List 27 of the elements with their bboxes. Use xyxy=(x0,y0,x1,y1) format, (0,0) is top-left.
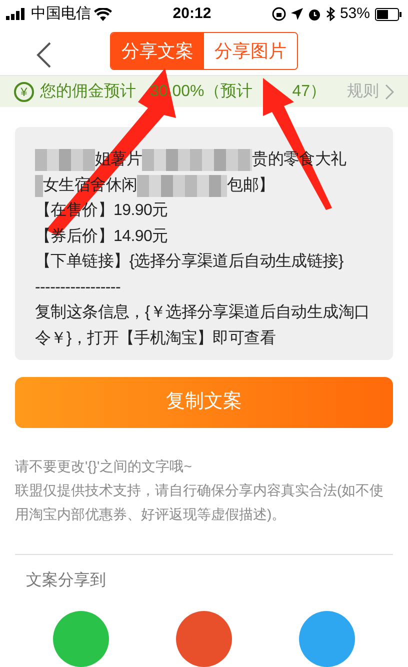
wifi-icon xyxy=(94,8,112,21)
share-text-line: 【券后价】14.90元 xyxy=(35,226,169,247)
share-text-line: 复制这条信息，{￥选择分享渠道后自动生成淘口令￥}，打开【手机淘宝】即可查看 xyxy=(35,302,371,349)
yuan-icon: ¥ xyxy=(14,82,34,102)
product-title-fragment: 包邮】 xyxy=(227,176,274,196)
rules-link[interactable]: 规则 xyxy=(347,80,379,104)
note-text: 请不要更改'{}'之间的文字哦~ xyxy=(15,457,193,476)
share-text-line: ----------------- xyxy=(35,278,122,298)
pixelated-blur xyxy=(35,174,43,197)
pixelated-blur xyxy=(35,149,95,172)
note-text: 联盟仅提供技术支持，请自行确保分享内容真实合法(如不使用淘宝内部优惠券、好评返现等虚假描述)。 xyxy=(15,481,385,524)
commission-text: 47） xyxy=(292,82,326,102)
carrier-name: 中国电信 xyxy=(31,4,91,24)
battery-icon xyxy=(375,8,402,21)
copy-text-button[interactable]: 复制文案 xyxy=(15,377,393,428)
tab[interactable]: 分享文案 xyxy=(111,33,204,70)
chevron-right-icon[interactable] xyxy=(385,84,394,100)
commission-text: 您的佣金预计 xyxy=(40,82,136,102)
bluetooth-icon xyxy=(326,7,335,22)
share-to-label: 文案分享到 xyxy=(26,570,107,591)
orientation-lock-icon xyxy=(272,7,286,22)
share-text-line: 【下单链接】{选择分享渠道后自动生成链接} xyxy=(35,252,344,272)
location-arrow-icon xyxy=(290,8,303,20)
clock-time: 20:12 xyxy=(172,4,212,24)
battery-percent: 53% xyxy=(340,4,370,24)
alarm-icon xyxy=(308,8,321,21)
back-icon[interactable] xyxy=(36,41,52,70)
